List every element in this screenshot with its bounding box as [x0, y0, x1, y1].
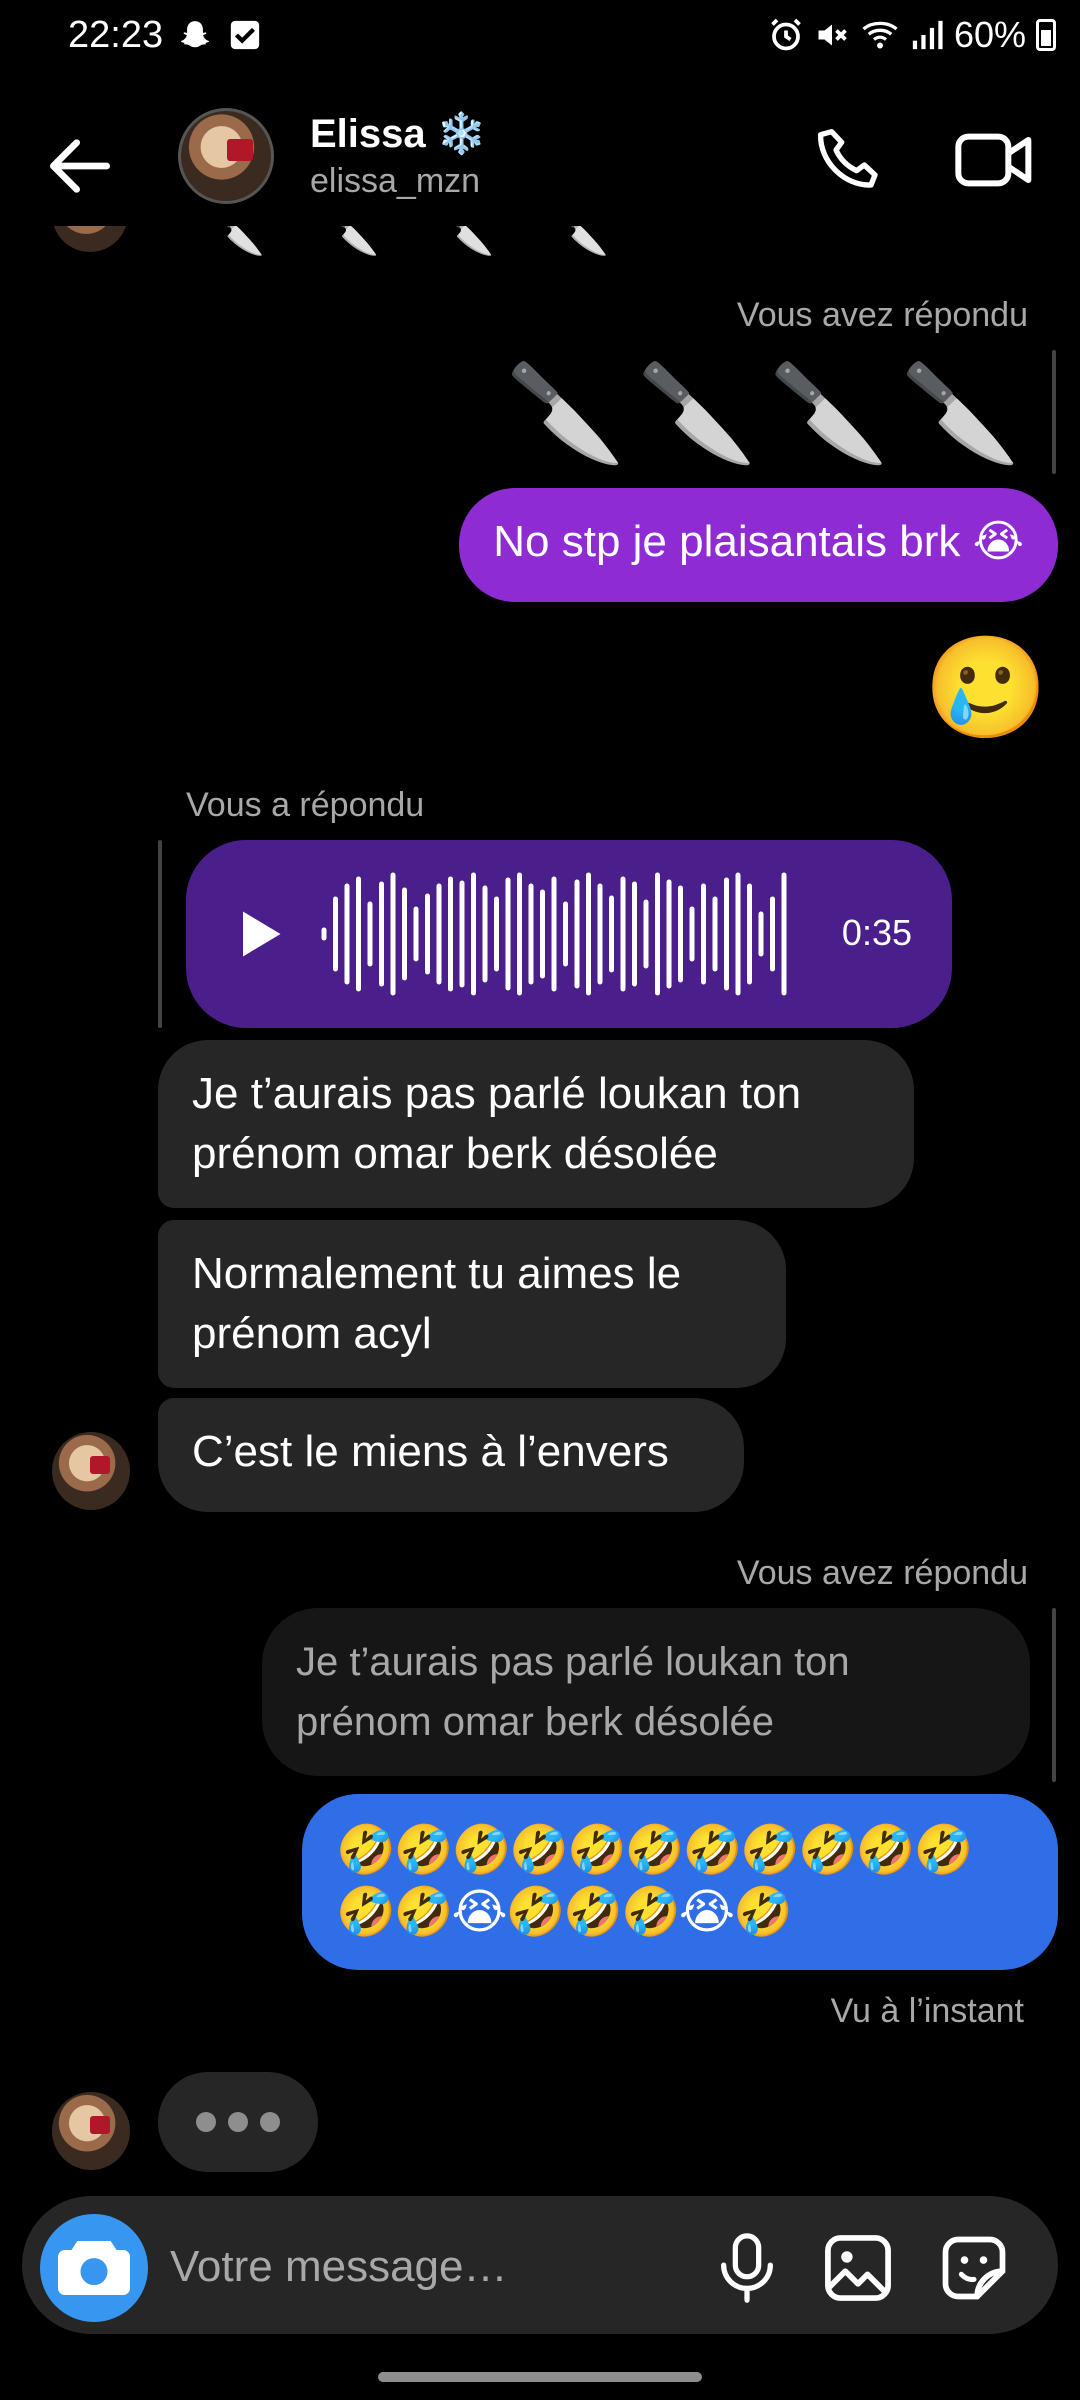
image-icon — [825, 2235, 891, 2301]
sticker-icon — [942, 2236, 1006, 2300]
reply-indicator — [1052, 1608, 1056, 1782]
mute-icon — [818, 24, 847, 46]
avatar[interactable] — [52, 1432, 130, 1510]
video-call-button[interactable] — [950, 120, 1040, 200]
status-bar: 22:23 60% — [0, 0, 1080, 78]
message-composer — [22, 2196, 1058, 2334]
quoted-emoji-message[interactable]: 🔪🔪🔪🔪 — [506, 366, 1032, 462]
status-system-icons: 60% — [768, 14, 1056, 56]
arrow-left-icon — [50, 139, 110, 193]
play-button[interactable] — [228, 904, 288, 964]
reply-label: Vous a répondu — [186, 786, 425, 824]
previous-message-partial: 🔪🔪🔪🔪 — [0, 226, 1080, 256]
chat-header: Elissa ❄️ elissa_mzn — [0, 90, 1080, 240]
avatar — [52, 226, 128, 252]
reply-indicator — [1052, 350, 1056, 474]
outgoing-emoji-message[interactable]: 🥲 — [923, 638, 1048, 738]
outgoing-message[interactable]: No stp je plaisantais brk 😭 — [459, 488, 1058, 602]
signal-icon — [912, 20, 943, 50]
quoted-message[interactable]: Je t’aurais pas parlé loukan ton prénom … — [262, 1608, 1030, 1776]
microphone-icon — [721, 2233, 773, 2303]
incoming-message[interactable]: Normalement tu aimes le prénom acyl — [158, 1220, 786, 1388]
snapchat-icon — [180, 21, 210, 48]
gallery-button[interactable] — [820, 2230, 896, 2306]
wifi-icon — [862, 21, 898, 49]
reply-indicator — [158, 840, 162, 1028]
contact-username[interactable]: elissa_mzn — [310, 162, 480, 201]
contact-name[interactable]: Elissa ❄️ — [310, 110, 487, 157]
reply-label: Vous avez répondu — [736, 296, 1028, 334]
typing-dot — [260, 2112, 280, 2132]
reply-label: Vous avez répondu — [736, 1554, 1028, 1592]
home-indicator[interactable] — [378, 2372, 702, 2382]
sticker-button[interactable] — [936, 2230, 1012, 2306]
incoming-message[interactable]: Je t’aurais pas parlé loukan ton prénom … — [158, 1040, 914, 1208]
voice-record-button[interactable] — [712, 2228, 782, 2308]
status-notification-icons — [176, 18, 262, 56]
contact-avatar[interactable] — [178, 108, 274, 204]
typing-dot — [196, 2112, 216, 2132]
video-camera-icon — [955, 133, 1032, 187]
partial-emoji: 🔪🔪🔪🔪 — [210, 226, 670, 256]
message-input[interactable] — [170, 2232, 690, 2302]
voice-message[interactable]: 0:35 — [186, 840, 952, 1028]
alarm-icon — [771, 18, 801, 51]
camera-button[interactable] — [40, 2214, 148, 2322]
play-icon — [243, 911, 281, 957]
phone-icon — [817, 129, 878, 188]
typing-indicator — [158, 2072, 318, 2172]
waveform — [321, 872, 787, 996]
battery-icon — [1036, 19, 1056, 51]
battery-percentage: 60% — [953, 14, 1026, 55]
avatar[interactable] — [52, 2092, 130, 2170]
audio-call-button[interactable] — [810, 120, 890, 200]
outgoing-message[interactable]: 🤣🤣🤣🤣🤣🤣🤣🤣🤣🤣🤣🤣🤣😭🤣🤣🤣😭🤣 — [302, 1794, 1058, 1970]
voice-duration: 0:35 — [841, 912, 912, 953]
typing-dot — [228, 2112, 248, 2132]
seen-status: Vu à l’instant — [830, 1992, 1024, 2030]
incoming-message[interactable]: C’est le miens à l’envers — [158, 1398, 744, 1512]
back-button[interactable] — [40, 126, 120, 206]
camera-icon — [58, 2241, 130, 2295]
status-time: 22:23 — [68, 14, 164, 56]
checkbox-icon — [230, 20, 260, 50]
